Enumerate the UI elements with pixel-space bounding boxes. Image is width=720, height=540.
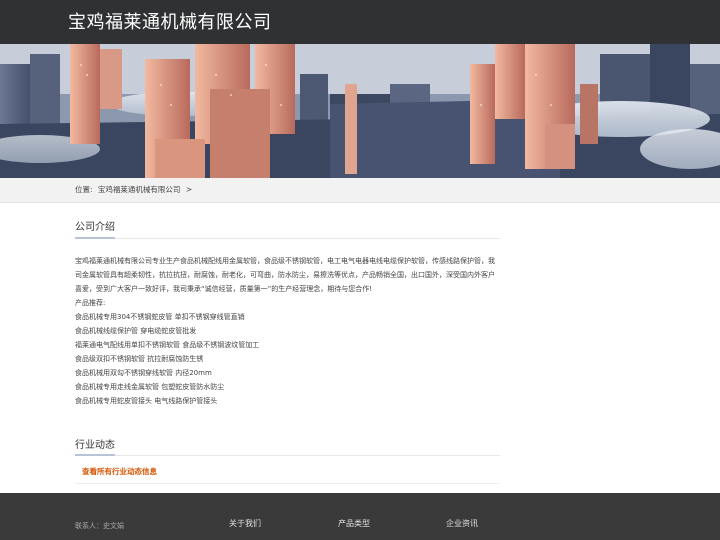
product-item: 食品机械用双勾不锈钢穿线软管 内径20mm (75, 369, 212, 377)
footer: 联系人：史文娟 关于我们 产品类型 企业资讯 (0, 493, 720, 540)
intro-line: 宝鸡福莱通机械有限公司专业生产食品机械配线用金属软管，食品级不锈钢软管，电工电气… (75, 257, 495, 265)
breadcrumb: 位置: 宝鸡福莱通机械有限公司 > (75, 184, 195, 195)
breadcrumb-link-home[interactable]: 宝鸡福莱通机械有限公司 (98, 185, 181, 194)
news-section-title: 行业动态 (75, 440, 115, 451)
about-section-title: 公司介绍 (75, 222, 115, 233)
view-all-news-link[interactable]: 查看所有行业动态信息 (82, 466, 157, 477)
products-heading: 产品推荐: (75, 299, 106, 307)
intro-line: 喜爱，受到广大客户一致好评，我司秉承“诚信经营，质量第一”的生产经营理念，期待与… (75, 285, 373, 293)
breadcrumb-prefix: 位置: (75, 185, 93, 194)
product-item: 食品机械线缆保护管 穿电缆蛇皮管批发 (75, 327, 197, 335)
product-item: 食品机械专用走线金属软管 包塑蛇皮管防水防尘 (75, 383, 225, 391)
product-item: 福莱通电气配线用单扣不锈钢软管 食品级不锈钢波纹管加工 (75, 341, 260, 349)
product-item: 食品级双扣不锈钢软管 抗拉耐腐蚀防生锈 (75, 355, 204, 363)
footer-contact: 联系人：史文娟 (75, 522, 124, 530)
site-title[interactable]: 宝鸡福莱通机械有限公司 (68, 8, 272, 34)
product-item: 食品机械专用304不锈钢蛇皮管 单扣不锈钢穿线管直销 (75, 313, 245, 321)
news-divider (75, 454, 500, 456)
intro-line: 司金属软管具有超柔韧性，抗拉抗扭，耐腐蚀，耐老化，可弯曲，防水防尘，易擦洗等优点… (75, 271, 495, 279)
product-item: 食品机械专用蛇皮管接头 电气线路保护管接头 (75, 397, 218, 405)
company-introduction: 宝鸡福莱通机械有限公司专业生产食品机械配线用金属软管，食品级不锈钢软管，电工电气… (75, 254, 500, 408)
top-header: 宝鸡福莱通机械有限公司 (0, 0, 720, 44)
footer-link-products[interactable]: 产品类型 (338, 518, 370, 529)
city-skyline-illustration (0, 44, 720, 178)
news-bottom-divider (75, 483, 500, 484)
banner-image (0, 44, 720, 178)
breadcrumb-separator: > (185, 185, 193, 194)
footer-link-about[interactable]: 关于我们 (229, 518, 261, 529)
footer-link-news[interactable]: 企业资讯 (446, 518, 478, 529)
about-divider (75, 237, 500, 239)
breadcrumb-bar: 位置: 宝鸡福莱通机械有限公司 > (0, 178, 720, 203)
